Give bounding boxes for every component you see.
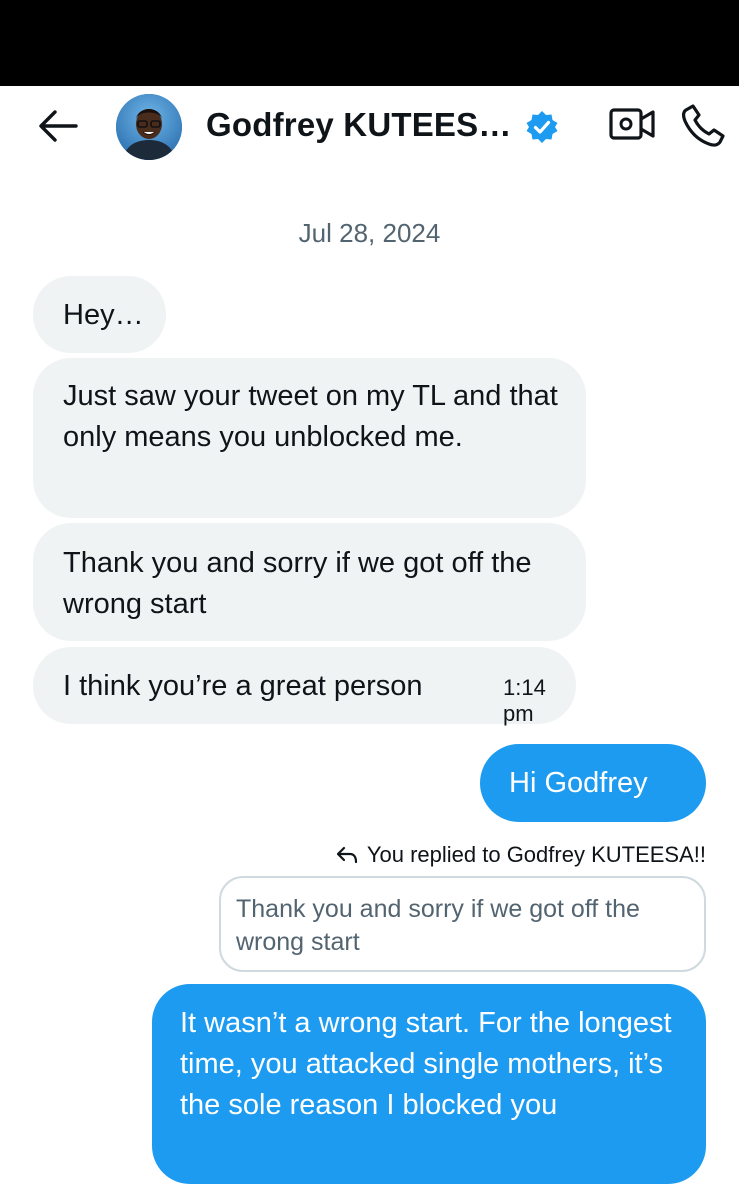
reply-note-text: You replied to Godfrey KUTEESA!! bbox=[366, 842, 706, 867]
video-call-button[interactable] bbox=[608, 104, 656, 144]
voice-call-button[interactable] bbox=[680, 102, 728, 148]
avatar[interactable] bbox=[116, 94, 182, 160]
incoming-message[interactable]: Hey… bbox=[33, 276, 166, 353]
date-separator: Jul 28, 2024 bbox=[298, 218, 441, 248]
quoted-message[interactable]: Thank you and sorry if we got off the wr… bbox=[219, 876, 706, 972]
phone-icon bbox=[682, 104, 725, 147]
incoming-message[interactable]: Thank you and sorry if we got off the wr… bbox=[33, 523, 586, 641]
conversation-header: Godfrey KUTEES… bbox=[0, 86, 739, 168]
quoted-message-text: Thank you and sorry if we got off the wr… bbox=[236, 895, 640, 956]
reply-arrow-icon bbox=[336, 846, 357, 864]
outgoing-message[interactable]: Hi Godfrey bbox=[480, 744, 706, 822]
verified-badge-icon bbox=[525, 110, 559, 144]
back-button[interactable] bbox=[36, 108, 80, 144]
message-text: It wasn’t a wrong start. For the longest… bbox=[180, 1007, 672, 1121]
message-text: I think you’re a great person bbox=[63, 670, 423, 702]
outgoing-message[interactable]: It wasn’t a wrong start. For the longest… bbox=[152, 984, 706, 1184]
reply-indicator: You replied to Godfrey KUTEESA!! bbox=[335, 842, 706, 868]
message-text: Just saw your tweet on my TL and that on… bbox=[63, 380, 558, 453]
incoming-message[interactable]: I think you’re a great person 1:14 pm bbox=[33, 647, 576, 726]
arrow-left-icon bbox=[39, 110, 78, 142]
incoming-message[interactable]: Just saw your tweet on my TL and that on… bbox=[33, 358, 586, 518]
video-call-icon bbox=[609, 108, 655, 140]
status-bar bbox=[0, 0, 739, 86]
message-timestamp: 1:14 pm bbox=[503, 675, 546, 726]
message-text: Hey… bbox=[63, 299, 144, 331]
contact-name[interactable]: Godfrey KUTEES… bbox=[206, 106, 512, 144]
message-text: Thank you and sorry if we got off the wr… bbox=[63, 547, 532, 620]
message-text: Hi Godfrey bbox=[509, 767, 648, 799]
